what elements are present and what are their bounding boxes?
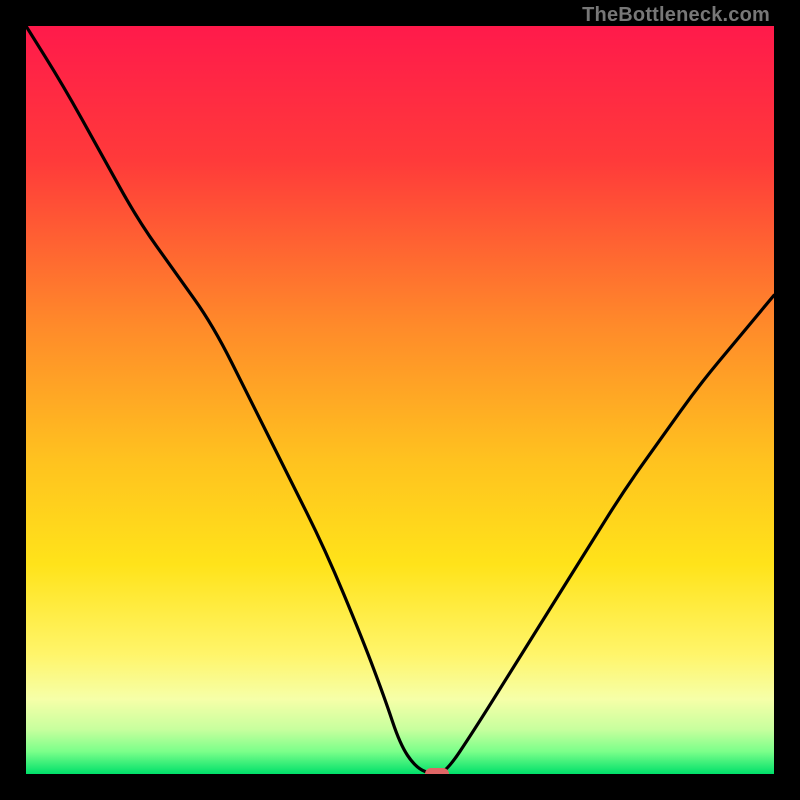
optimal-point-marker [425, 768, 449, 774]
watermark-text: TheBottleneck.com [582, 4, 770, 27]
chart-frame: TheBottleneck.com [0, 0, 800, 800]
bottleneck-curve [26, 26, 774, 774]
plot-area [26, 26, 774, 774]
